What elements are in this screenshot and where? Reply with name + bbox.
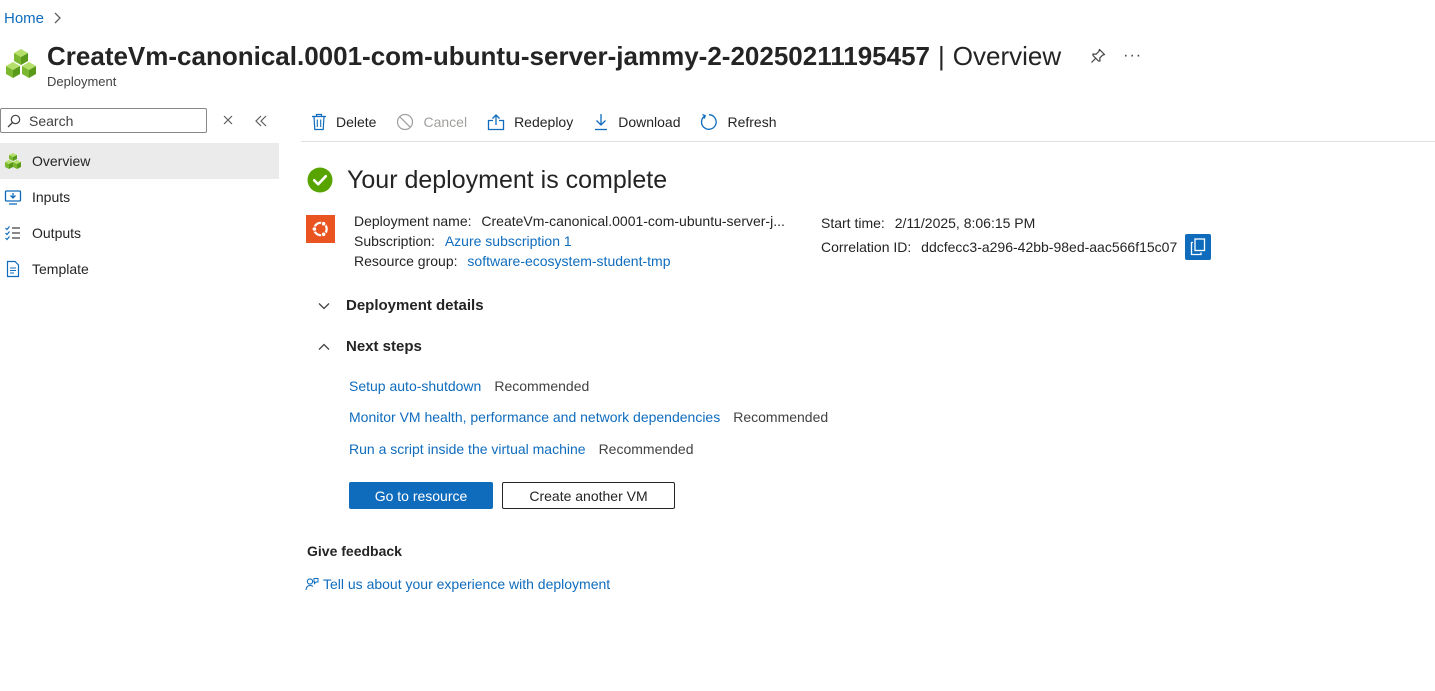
sidebar-item-overview[interactable]: Overview [0, 143, 279, 179]
next-steps-heading: Next steps [346, 338, 422, 355]
command-bar: Delete Cancel Redeploy Download Refresh [301, 102, 1435, 142]
next-step-item: Setup auto-shutdown Recommended [349, 378, 589, 394]
next-step-link[interactable]: Monitor VM health, performance and netwo… [349, 409, 720, 425]
subscription-label: Subscription: [354, 233, 435, 249]
recommended-badge: Recommended [598, 441, 694, 457]
sidebar-item-label: Outputs [32, 225, 82, 241]
start-time-label: Start time: [821, 215, 885, 231]
pin-button[interactable] [1087, 45, 1109, 67]
deployment-status: Your deployment is complete [307, 164, 667, 196]
correlation-id-value: ddcfecc3-a296-42bb-98ed-aac566f15c07 [921, 239, 1178, 255]
page-view-name: Overview [952, 40, 1062, 71]
chevron-up-icon [318, 343, 330, 350]
redeploy-label: Redeploy [514, 113, 574, 130]
correlation-id-label: Correlation ID: [821, 239, 912, 255]
chevron-down-icon [318, 302, 330, 309]
refresh-label: Refresh [727, 113, 777, 130]
delete-button[interactable]: Delete [301, 107, 386, 137]
sidebar-nav: Overview Inputs Outputs Template [0, 143, 279, 287]
deployment-name-label: Deployment name: [354, 213, 472, 229]
deployment-name-value: CreateVm-canonical.0001-com-ubuntu-serve… [481, 213, 785, 229]
page-header: CreateVm-canonical.0001-com-ubuntu-serve… [47, 38, 1142, 74]
breadcrumb-home-link[interactable]: Home [4, 10, 44, 27]
cancel-button[interactable]: Cancel [386, 107, 477, 137]
copy-correlation-id-button[interactable] [1185, 233, 1212, 260]
download-button[interactable]: Download [583, 107, 690, 137]
redeploy-button[interactable]: Redeploy [477, 107, 583, 137]
resource-group-label: Resource group: [354, 253, 458, 269]
pin-icon [1091, 48, 1106, 63]
download-icon [595, 113, 608, 130]
deployment-details-meta: Start time: 2/11/2025, 8:06:15 PM Correl… [821, 211, 1212, 260]
sidebar-item-template[interactable]: Template [0, 251, 279, 287]
recommended-badge: Recommended [733, 409, 829, 425]
cancel-label: Cancel [423, 113, 468, 130]
clear-search-icon[interactable] [221, 113, 235, 127]
ubuntu-logo-icon [306, 215, 335, 243]
next-steps-toggle[interactable]: Next steps [317, 338, 422, 355]
sidebar-item-outputs[interactable]: Outputs [0, 215, 279, 251]
sidebar-search [0, 108, 207, 133]
title-separator: | [938, 40, 945, 71]
correlation-id-row: Correlation ID: ddcfecc3-a296-42bb-98ed-… [821, 233, 1212, 260]
cancel-icon [397, 113, 414, 130]
collapse-sidebar-icon[interactable] [254, 114, 268, 128]
resource-group-link[interactable]: software-ecosystem-student-tmp [467, 253, 670, 269]
deployment-details-toggle[interactable]: Deployment details [317, 297, 484, 314]
next-step-item: Monitor VM health, performance and netwo… [349, 409, 828, 425]
refresh-icon [701, 113, 718, 130]
sidebar-item-inputs[interactable]: Inputs [0, 179, 279, 215]
more-options-button[interactable]: ··· [1123, 47, 1142, 65]
start-time-value: 2/11/2025, 8:06:15 PM [894, 215, 1036, 231]
create-another-vm-button[interactable]: Create another VM [502, 482, 675, 509]
success-checkmark-icon [307, 167, 333, 193]
breadcrumb: Home [4, 8, 62, 28]
deployment-details-heading: Deployment details [346, 297, 484, 314]
resource-group-row: Resource group: software-ecosystem-stude… [354, 251, 785, 271]
feedback-person-icon [305, 578, 319, 591]
recommended-badge: Recommended [494, 378, 590, 394]
sidebar-item-label: Inputs [32, 189, 71, 205]
page-title: CreateVm-canonical.0001-com-ubuntu-serve… [47, 40, 931, 71]
next-step-link[interactable]: Run a script inside the virtual machine [349, 441, 586, 457]
deployment-name-row: Deployment name: CreateVm-canonical.0001… [354, 211, 785, 231]
start-time-row: Start time: 2/11/2025, 8:06:15 PM [821, 211, 1211, 235]
sidebar-item-label: Template [32, 261, 89, 277]
go-to-resource-button[interactable]: Go to resource [349, 482, 493, 509]
copy-icon [1190, 238, 1206, 255]
subscription-row: Subscription: Azure subscription 1 [354, 231, 785, 251]
template-document-icon [6, 260, 20, 278]
refresh-button[interactable]: Refresh [690, 107, 786, 137]
delete-label: Delete [336, 113, 377, 130]
feedback-link[interactable]: Tell us about your experience with deplo… [305, 576, 610, 592]
next-step-item: Run a script inside the virtual machine … [349, 441, 694, 457]
inputs-icon [4, 190, 22, 205]
feedback-link-label: Tell us about your experience with deplo… [323, 576, 611, 592]
status-title: Your deployment is complete [347, 165, 668, 194]
upload-icon [487, 113, 505, 130]
page-subtitle: Deployment [47, 74, 117, 89]
search-icon [7, 114, 21, 127]
sidebar-item-label: Overview [32, 153, 91, 169]
next-step-link[interactable]: Setup auto-shutdown [349, 378, 481, 394]
deployment-cubes-icon [5, 153, 21, 169]
trash-icon [312, 113, 326, 130]
download-label: Download [618, 113, 681, 130]
subscription-link[interactable]: Azure subscription 1 [445, 233, 572, 249]
chevron-right-icon [54, 12, 61, 24]
search-input[interactable] [27, 111, 201, 130]
deployment-details-summary: Deployment name: CreateVm-canonical.0001… [354, 211, 785, 271]
outputs-list-icon [5, 226, 20, 241]
deployment-cubes-icon [6, 49, 36, 78]
feedback-heading: Give feedback [307, 543, 402, 559]
